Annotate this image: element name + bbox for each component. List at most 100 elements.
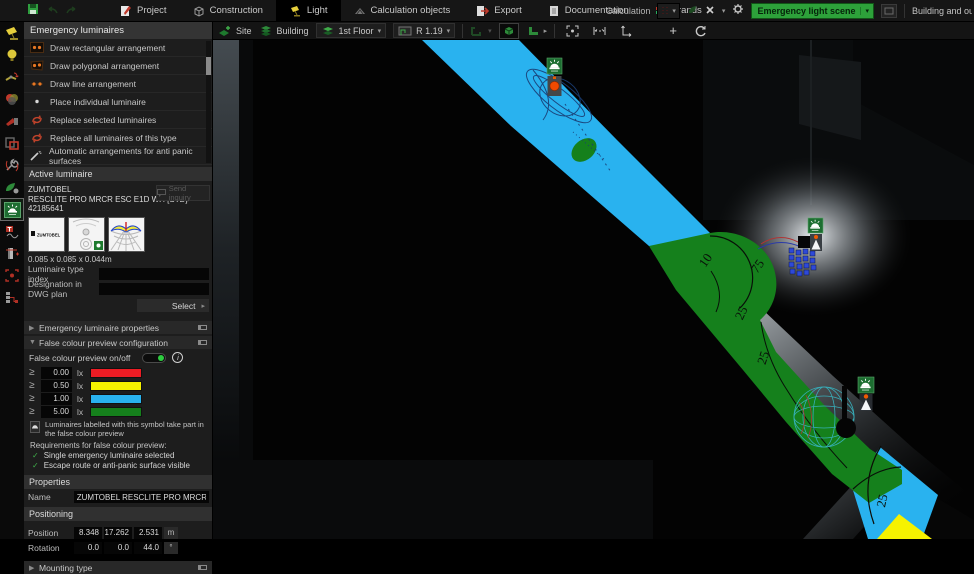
text-annotation-tool-icon[interactable] (1, 221, 23, 242)
undo-icon[interactable] (45, 2, 59, 20)
emergency-properties-header[interactable]: ▶ Emergency luminaire properties (24, 321, 212, 334)
threshold-input[interactable] (41, 393, 72, 405)
planning-mode-selector[interactable]: Building and outdoor p (912, 6, 972, 16)
colour-swatch[interactable] (90, 368, 142, 378)
autohide-pin-icon[interactable] (198, 565, 207, 570)
colour-swatch[interactable] (90, 394, 142, 404)
tool-draw-line[interactable]: Draw line arrangement (24, 75, 212, 93)
tool-draw-rectangular[interactable]: Draw rectangular arrangement (24, 39, 212, 57)
view-toolbar: Site Building 1st Floor ▾ R 1.19 ▾ ▾ ▸ + (213, 22, 974, 40)
requirement-item: ✓ Single emergency luminaire selected (24, 450, 212, 460)
position-y-input[interactable] (104, 527, 132, 539)
site-button[interactable]: Site (218, 25, 252, 37)
column-object-tool-icon[interactable] (1, 243, 23, 264)
photometric-diagram-thumbnail[interactable] (108, 217, 145, 252)
joint-arm-tool-icon[interactable] (1, 67, 23, 88)
rotation-z-input[interactable] (134, 542, 162, 554)
dwg-designation-row: Designation in DWG plan (28, 282, 209, 295)
tab-project[interactable]: Project (107, 0, 180, 22)
surfaces-tool-icon[interactable] (1, 133, 23, 154)
tab-light[interactable]: Light (276, 0, 341, 22)
light-scene-selector[interactable]: Emergency light scene ▾ (751, 3, 874, 19)
room-selector[interactable]: R 1.19 ▾ (393, 23, 455, 38)
divider (554, 24, 555, 38)
tab-construction[interactable]: Construction (180, 0, 276, 22)
rotation-y-input[interactable] (104, 542, 132, 554)
zoom-to-selection-icon[interactable] (562, 23, 582, 39)
emergency-lighting-tool-icon[interactable] (1, 199, 23, 220)
autohide-pin-icon[interactable] (198, 325, 207, 330)
view-plan-button[interactable]: ▸ (526, 25, 548, 37)
floor-selector[interactable]: 1st Floor ▾ (316, 23, 387, 38)
cancel-icon[interactable] (705, 2, 715, 20)
position-z-input[interactable] (134, 527, 162, 539)
tool-place-individual[interactable]: Place individual luminaire (24, 93, 212, 111)
false-colour-row: ≥ lx (24, 392, 212, 405)
luminaire-type-index-input[interactable] (99, 268, 209, 280)
false-colour-toggle[interactable] (142, 353, 166, 363)
autohide-pin-icon[interactable] (198, 340, 207, 345)
emergency-luminaires-panel: Emergency luminaires Draw rectangular ar… (24, 22, 213, 539)
rotation-row: Rotation ° (24, 540, 212, 555)
threshold-input[interactable] (41, 406, 72, 418)
scene-display-button[interactable] (881, 4, 897, 18)
colour-swatch[interactable] (90, 381, 142, 391)
tool-automatic-arrangement[interactable]: Automatic arrangements for anti panic su… (24, 147, 212, 165)
calculation-caret[interactable]: ▾ (672, 7, 676, 15)
name-row: Name (24, 489, 212, 505)
scene-caret[interactable]: ▾ (860, 7, 873, 15)
info-icon[interactable]: i (172, 352, 183, 363)
tab-export[interactable]: Export (463, 0, 534, 22)
energy-tool-icon[interactable] (1, 177, 23, 198)
lamps-tool-icon[interactable] (1, 45, 23, 66)
colour-filter-tool-icon[interactable] (1, 89, 23, 110)
threshold-input[interactable] (41, 380, 72, 392)
building-button[interactable]: Building (259, 25, 309, 37)
focus-selection-tool-icon[interactable] (1, 265, 23, 286)
view-3d-button[interactable] (499, 23, 519, 39)
energy-leaf-icon[interactable] (687, 2, 698, 20)
luminaire-logo-thumbnail[interactable]: ZUMTOBEL (28, 217, 65, 252)
add-view-button[interactable]: + (663, 23, 683, 39)
luminaire-name-input[interactable] (74, 491, 209, 503)
false-colour-config-header[interactable]: ▼ False colour preview configuration (24, 336, 212, 349)
coordinate-origin-icon[interactable] (616, 23, 636, 39)
false-colour-row: ≥ lx (24, 366, 212, 379)
colour-swatch[interactable] (90, 407, 142, 417)
redo-icon[interactable] (65, 2, 79, 20)
cad-3d-viewport[interactable]: 10 75 25 25 25 (213, 40, 974, 539)
cancel-caret[interactable]: ▾ (722, 7, 726, 15)
scrollbar-thumb[interactable] (206, 57, 211, 75)
storey-view-button[interactable]: ▾ (470, 25, 492, 37)
save-icon[interactable] (27, 2, 39, 20)
rotation-x-input[interactable] (74, 542, 102, 554)
maintenance-tool-icon[interactable] (1, 155, 23, 176)
requirement-item: ✓ Escape route or anti-panic surface vis… (24, 460, 212, 470)
tool-replace-selected[interactable]: Replace selected luminaires (24, 111, 212, 129)
settings-gear-icon[interactable] (732, 2, 744, 20)
scene-canvas[interactable]: 10 75 25 25 25 (213, 40, 974, 539)
emergency-luminaire-symbol[interactable] (808, 218, 823, 251)
send-inquiry-button[interactable]: Send inquiry (156, 185, 210, 201)
position-x-input[interactable] (74, 527, 102, 539)
tool-replace-all[interactable]: Replace all luminaires of this type (24, 129, 212, 147)
tools-scrollbar[interactable] (206, 41, 211, 163)
luminaires-tool-icon[interactable] (1, 23, 23, 44)
projector-tool-icon[interactable] (1, 111, 23, 132)
emergency-luminaire-symbol[interactable] (858, 377, 874, 411)
luminaire-photo-thumbnail[interactable] (68, 217, 105, 252)
start-calculation-button[interactable]: ▾ (657, 3, 680, 19)
emergency-luminaire-symbol-selected[interactable] (547, 58, 562, 96)
requirements-title: Requirements for false colour preview: (24, 439, 212, 450)
scheme-nodes-tool-icon[interactable] (1, 287, 23, 308)
refresh-view-button[interactable] (690, 23, 710, 39)
arrangement-tools: Draw rectangular arrangement Draw polygo… (24, 39, 212, 165)
false-colour-note: Luminaires labelled with this symbol tak… (24, 418, 212, 439)
mounting-type-header[interactable]: ▶ Mounting type (24, 561, 212, 574)
tab-calculation-objects[interactable]: Calculation objects (341, 0, 464, 22)
measure-distance-icon[interactable] (589, 23, 609, 39)
tool-draw-polygonal[interactable]: Draw polygonal arrangement (24, 57, 212, 75)
threshold-input[interactable] (41, 367, 72, 379)
dwg-designation-input[interactable] (99, 283, 209, 295)
select-luminaire-button[interactable]: Select▸ (137, 299, 209, 312)
